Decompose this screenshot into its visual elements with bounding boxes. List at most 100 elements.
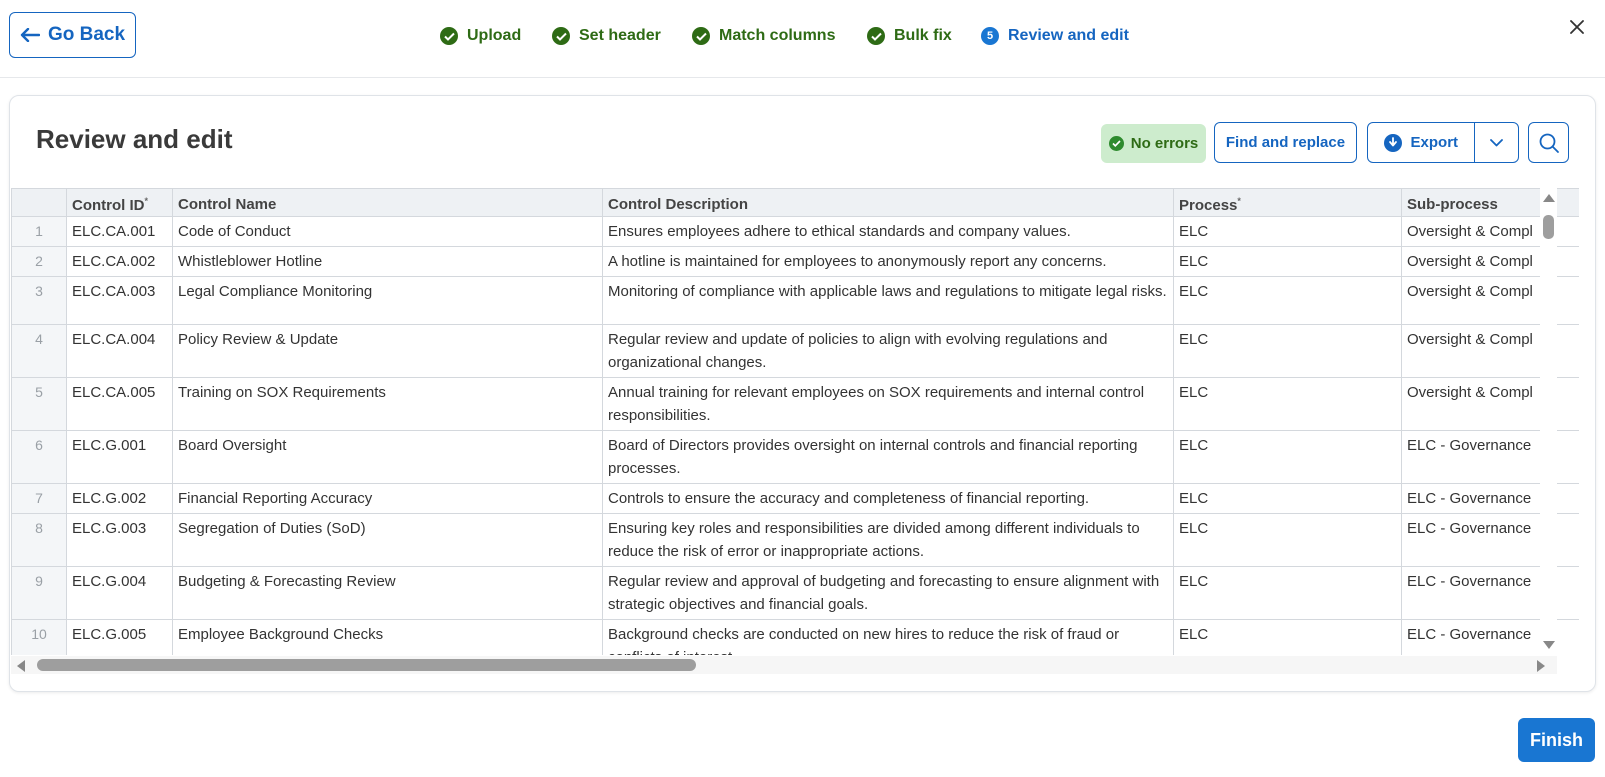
row-number-cell: 5 (11, 377, 67, 431)
go-back-label: Go Back (47, 24, 126, 45)
row-number-cell: 1 (11, 216, 67, 247)
scroll-up-arrow-icon[interactable] (1543, 194, 1555, 202)
row-number-cell: 4 (11, 324, 67, 378)
scroll-down-arrow-icon[interactable] (1543, 641, 1555, 649)
search-icon (1539, 133, 1559, 153)
download-icon (1383, 133, 1402, 152)
control-name-cell[interactable]: Board Oversight (172, 430, 603, 484)
step-label: Set header (579, 27, 661, 44)
horizontal-scroll-thumb[interactable] (37, 659, 696, 671)
check-circle-icon (1108, 136, 1124, 151)
data-grid[interactable]: Control ID* Control Name Control Descrip… (11, 188, 1579, 655)
table-row[interactable]: 4 ELC.CA.004 Policy Review & Update Regular… (11, 324, 1579, 378)
control-id-cell[interactable]: ELC.G.005 (66, 619, 173, 655)
control-id-cell[interactable]: ELC.G.003 (66, 513, 173, 567)
control-id-cell[interactable]: ELC.CA.004 (66, 324, 173, 378)
check-circle-icon (692, 27, 710, 45)
control-description-cell[interactable]: Monitoring of compliance with applicable… (602, 276, 1174, 325)
step-bulk-fix[interactable]: Bulk fix (867, 22, 952, 50)
control-name-cell[interactable]: Policy Review & Update (172, 324, 603, 378)
process-cell[interactable]: ELC (1173, 619, 1402, 655)
control-id-cell[interactable]: ELC.CA.001 (66, 216, 173, 247)
step-number-badge: 5 (981, 27, 999, 45)
control-description-cell[interactable]: Controls to ensure the accuracy and comp… (602, 483, 1174, 514)
table-row[interactable]: 3 ELC.CA.003 Legal Compliance Monitoring Mo… (11, 276, 1579, 325)
control-name-cell[interactable]: Code of Conduct (172, 216, 603, 247)
process-cell[interactable]: ELC (1173, 377, 1402, 431)
control-description-cell[interactable]: Ensures employees adhere to ethical stan… (602, 216, 1174, 247)
step-label: Bulk fix (894, 27, 952, 44)
table-row[interactable]: 6 ELC.G.001 Board Oversight Board of Direct… (11, 430, 1579, 484)
vertical-scroll-thumb[interactable] (1543, 215, 1554, 239)
control-name-cell[interactable]: Whistleblower Hotline (172, 246, 603, 277)
go-back-button[interactable]: Go Back (9, 12, 136, 58)
control-name-cell[interactable]: Segregation of Duties (SoD) (172, 513, 603, 567)
row-number-cell: 9 (11, 566, 67, 620)
table-row[interactable]: 5 ELC.CA.005 Training on SOX Requirements A… (11, 377, 1579, 431)
control-description-cell[interactable]: Ensuring key roles and responsibilities … (602, 513, 1174, 567)
control-description-cell[interactable]: Board of Directors provides oversight on… (602, 430, 1174, 484)
review-card: Review and edit No errors Find and repla… (9, 95, 1596, 692)
status-badge: No errors (1101, 124, 1206, 163)
export-label: Export (1410, 134, 1459, 151)
control-description-cell[interactable]: Regular review and update of policies to… (602, 324, 1174, 378)
arrow-left-icon (20, 28, 40, 42)
scroll-left-arrow-icon[interactable] (17, 660, 25, 672)
table-row[interactable]: 1 ELC.CA.001 Code of Conduct Ensures employ… (11, 216, 1579, 247)
column-header-process[interactable]: Process* (1173, 188, 1402, 217)
process-cell[interactable]: ELC (1173, 430, 1402, 484)
control-name-cell[interactable]: Employee Background Checks (172, 619, 603, 655)
process-cell[interactable]: ELC (1173, 324, 1402, 378)
process-cell[interactable]: ELC (1173, 513, 1402, 567)
table-row[interactable]: 10 ELC.G.005 Employee Background Checks Bac… (11, 619, 1579, 655)
process-cell[interactable]: ELC (1173, 566, 1402, 620)
control-id-cell[interactable]: ELC.CA.005 (66, 377, 173, 431)
export-dropdown-toggle[interactable] (1475, 123, 1518, 162)
step-set-header[interactable]: Set header (552, 22, 661, 50)
control-id-cell[interactable]: ELC.CA.003 (66, 276, 173, 325)
row-number-cell: 2 (11, 246, 67, 277)
row-number-cell: 8 (11, 513, 67, 567)
search-button[interactable] (1528, 122, 1569, 163)
control-description-cell[interactable]: A hotline is maintained for employees to… (602, 246, 1174, 277)
table-row[interactable]: 2 ELC.CA.002 Whistleblower Hotline A hotlin… (11, 246, 1579, 277)
control-name-cell[interactable]: Financial Reporting Accuracy (172, 483, 603, 514)
process-cell[interactable]: ELC (1173, 216, 1402, 247)
column-header-control-description[interactable]: Control Description (602, 188, 1174, 217)
process-cell[interactable]: ELC (1173, 246, 1402, 277)
control-name-cell[interactable]: Budgeting & Forecasting Review (172, 566, 603, 620)
close-icon[interactable] (1566, 16, 1588, 38)
table-row[interactable]: 9 ELC.G.004 Budgeting & Forecasting Review… (11, 566, 1579, 620)
control-description-cell[interactable]: Regular review and approval of budgeting… (602, 566, 1174, 620)
finish-button[interactable]: Finish (1518, 718, 1595, 762)
control-description-cell[interactable]: Annual training for relevant employees o… (602, 377, 1174, 431)
step-label: Match columns (719, 27, 836, 44)
review-table: Control ID* Control Name Control Descrip… (11, 188, 1579, 655)
required-marker: * (144, 195, 149, 206)
horizontal-scrollbar[interactable] (11, 656, 1557, 674)
find-and-replace-button[interactable]: Find and replace (1214, 122, 1357, 163)
page-title: Review and edit (36, 124, 233, 154)
export-button[interactable]: Export (1368, 123, 1475, 162)
step-match-columns[interactable]: Match columns (692, 22, 835, 50)
process-cell[interactable]: ELC (1173, 483, 1402, 514)
control-id-cell[interactable]: ELC.G.004 (66, 566, 173, 620)
step-upload[interactable]: Upload (440, 22, 521, 50)
column-header-control-name[interactable]: Control Name (172, 188, 603, 217)
vertical-scrollbar[interactable] (1540, 188, 1557, 655)
control-name-cell[interactable]: Training on SOX Requirements (172, 377, 603, 431)
control-id-cell[interactable]: ELC.G.002 (66, 483, 173, 514)
table-row[interactable]: 8 ELC.G.003 Segregation of Duties (SoD) Ens… (11, 513, 1579, 567)
row-number-cell: 6 (11, 430, 67, 484)
required-marker: * (1237, 195, 1241, 206)
scroll-right-arrow-icon[interactable] (1537, 660, 1545, 672)
control-id-cell[interactable]: ELC.G.001 (66, 430, 173, 484)
step-review-and-edit[interactable]: 5 Review and edit (981, 22, 1129, 50)
control-name-cell[interactable]: Legal Compliance Monitoring (172, 276, 603, 325)
control-id-cell[interactable]: ELC.CA.002 (66, 246, 173, 277)
table-row[interactable]: 7 ELC.G.002 Financial Reporting Accuracy Co… (11, 483, 1579, 514)
column-header-control-id[interactable]: Control ID* (66, 188, 173, 217)
check-circle-icon (440, 27, 458, 45)
control-description-cell[interactable]: Background checks are conducted on new h… (602, 619, 1174, 655)
process-cell[interactable]: ELC (1173, 276, 1402, 325)
